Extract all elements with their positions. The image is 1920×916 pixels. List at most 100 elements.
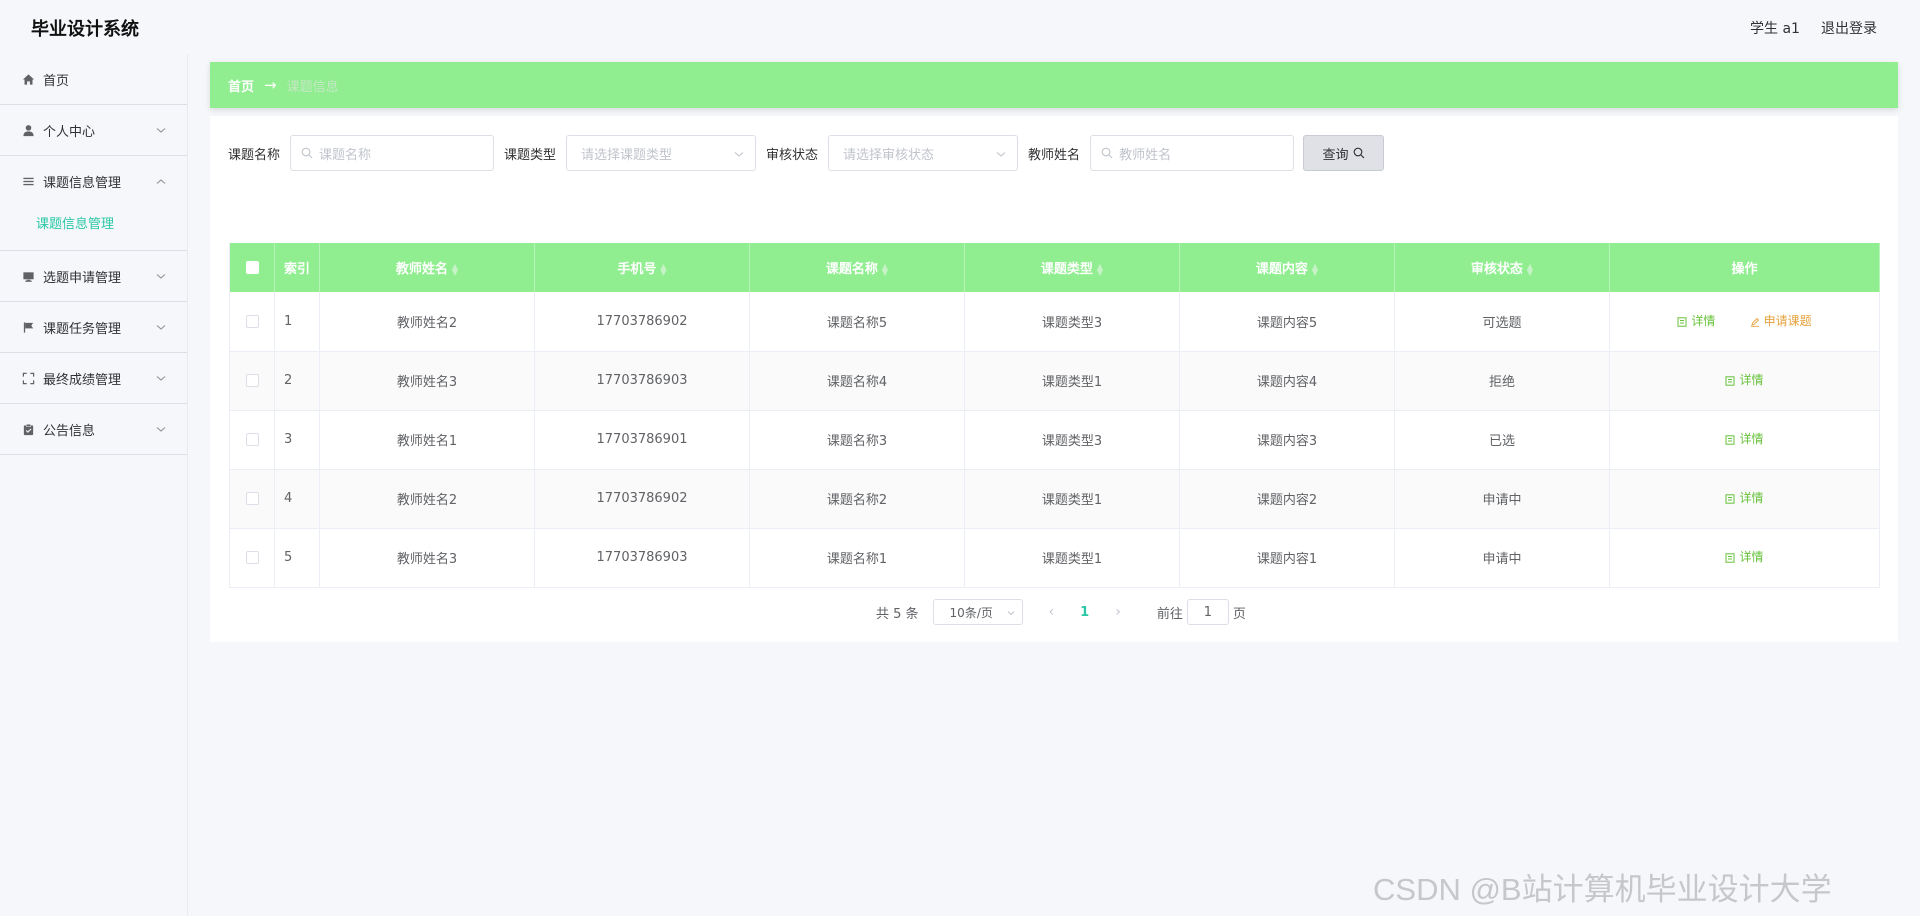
table-row: 2 教师姓名3 17703786903 课题名称4 课题类型1 课题内容4 拒绝… bbox=[229, 351, 1880, 411]
row-select-cell bbox=[229, 292, 275, 352]
sort-icon[interactable]: ▲ ▼ bbox=[452, 262, 458, 276]
sidebar-item-application-management[interactable]: 选题申请管理 bbox=[0, 251, 187, 302]
sidebar-subitem-label[interactable]: 课题信息管理 bbox=[36, 213, 114, 232]
chevron-down-icon bbox=[155, 372, 167, 384]
topic-table: 索引 教师姓名 ▲ ▼ 手机号 ▲ ▼ 课题名称 ▲ ▼ 课题类型 ▲ ▼ 课题内容 ▲ ▼ 审核状… bbox=[229, 243, 1880, 588]
sidebar-item-label: 课题任务管理 bbox=[43, 321, 122, 337]
sort-icon[interactable]: ▲ ▼ bbox=[1527, 262, 1533, 276]
cell-topic-type: 课题类型1 bbox=[964, 469, 1180, 529]
table-row: 4 教师姓名2 17703786902 课题名称2 课题类型1 课题内容2 申请… bbox=[229, 469, 1880, 529]
cell-index: 3 bbox=[274, 410, 320, 470]
topic-type-select[interactable]: 请选择课题类型 bbox=[566, 135, 757, 171]
main-content-card: 课题名称 课题名称 课题类型 请选择课题类型 审核状态 请选择审核状态 教师姓名… bbox=[210, 116, 1898, 642]
teacher-name-input[interactable]: 教师姓名 bbox=[1090, 135, 1295, 171]
row-select-cell bbox=[229, 528, 275, 588]
sidebar-item-home[interactable]: 首页 bbox=[0, 54, 187, 105]
column-header-topic-name[interactable]: 课题名称 ▲ ▼ bbox=[749, 243, 965, 292]
cell-actions: 详情 bbox=[1609, 351, 1880, 411]
row-checkbox[interactable] bbox=[245, 433, 259, 446]
page-size-value: 10条/页 bbox=[949, 605, 993, 620]
search-icon bbox=[301, 147, 313, 159]
row-checkbox[interactable] bbox=[245, 551, 259, 564]
select-all-checkbox[interactable] bbox=[245, 261, 259, 274]
row-checkbox[interactable] bbox=[245, 492, 259, 505]
detail-label: 详情 bbox=[1739, 550, 1764, 565]
sidebar-item-label: 首页 bbox=[43, 73, 70, 89]
cell-actions: 详情 申请课题 bbox=[1609, 292, 1880, 352]
goto-page-input[interactable]: 1 bbox=[1186, 599, 1229, 625]
cell-topic-name: 课题名称5 bbox=[749, 292, 965, 352]
logout-button[interactable]: 退出登录 bbox=[1821, 18, 1877, 38]
cell-topic-content: 课题内容1 bbox=[1179, 528, 1395, 588]
next-page-button[interactable]: › bbox=[1115, 604, 1121, 620]
topic-name-input[interactable]: 课题名称 bbox=[290, 135, 495, 171]
row-select-cell bbox=[229, 469, 275, 529]
cell-teacher: 教师姓名3 bbox=[319, 351, 535, 411]
review-status-label: 审核状态 bbox=[766, 147, 819, 163]
detail-button[interactable]: 详情 bbox=[1725, 548, 1764, 565]
sidebar-item-personal-center[interactable]: 个人中心 bbox=[0, 105, 187, 156]
cell-topic-type: 课题类型3 bbox=[964, 410, 1180, 470]
row-checkbox[interactable] bbox=[245, 314, 259, 328]
sort-icon[interactable]: ▲ ▼ bbox=[1312, 262, 1318, 276]
cell-actions: 详情 bbox=[1609, 469, 1880, 529]
monitor-icon bbox=[21, 269, 35, 283]
arrow-right-icon: → bbox=[264, 76, 277, 94]
cell-review-status: 拒绝 bbox=[1394, 351, 1610, 411]
cell-index: 5 bbox=[274, 528, 320, 588]
column-header-phone[interactable]: 手机号 ▲ ▼ bbox=[534, 243, 750, 292]
detail-button[interactable]: 详情 bbox=[1725, 371, 1764, 388]
sidebar-item-topic-management[interactable]: 课题信息管理 bbox=[0, 156, 187, 207]
prev-page-button[interactable]: ‹ bbox=[1049, 604, 1055, 620]
detail-button[interactable]: 详情 bbox=[1725, 430, 1764, 447]
sort-icon[interactable]: ▲ ▼ bbox=[660, 262, 666, 276]
column-header-label: 课题内容 bbox=[1255, 262, 1308, 277]
chevron-down-icon bbox=[155, 423, 167, 435]
sidebar-item-final-grade-management[interactable]: 最终成绩管理 bbox=[0, 353, 187, 404]
cell-phone: 17703786903 bbox=[534, 528, 750, 588]
cell-phone: 17703786903 bbox=[534, 351, 750, 411]
detail-button[interactable]: 详情 bbox=[1725, 489, 1764, 506]
detail-button[interactable]: 详情 bbox=[1677, 312, 1715, 329]
column-header-review-status[interactable]: 审核状态 ▲ ▼ bbox=[1394, 243, 1610, 292]
query-button[interactable]: 查询 bbox=[1303, 135, 1385, 171]
sidebar-item-label: 个人中心 bbox=[43, 124, 96, 140]
sidebar-item-task-management[interactable]: 课题任务管理 bbox=[0, 302, 187, 353]
select-all-cell bbox=[229, 243, 275, 292]
flag-icon bbox=[21, 320, 35, 334]
column-header-topic-type[interactable]: 课题类型 ▲ ▼ bbox=[964, 243, 1180, 292]
sidebar-item-label: 公告信息 bbox=[43, 423, 96, 439]
cell-phone: 17703786902 bbox=[534, 469, 750, 529]
row-checkbox[interactable] bbox=[245, 374, 259, 387]
top-bar: 毕业设计系统 学生 a1 退出登录 bbox=[0, 0, 1920, 54]
page-number-current[interactable]: 1 bbox=[1080, 605, 1089, 620]
cell-topic-content: 课题内容5 bbox=[1179, 292, 1395, 352]
column-header-label: 审核状态 bbox=[1470, 262, 1523, 277]
sort-icon[interactable]: ▲ ▼ bbox=[882, 262, 888, 276]
apply-topic-button[interactable]: 申请课题 bbox=[1750, 312, 1812, 329]
page-size-select[interactable]: 10条/页 bbox=[932, 599, 1023, 625]
sort-icon[interactable]: ▲ ▼ bbox=[1097, 262, 1103, 276]
column-header-teacher[interactable]: 教师姓名 ▲ ▼ bbox=[319, 243, 535, 292]
review-status-select[interactable]: 请选择审核状态 bbox=[828, 135, 1019, 171]
fullscreen-icon bbox=[21, 371, 35, 385]
sidebar-item-label: 课题信息管理 bbox=[43, 176, 122, 191]
column-header-label: 课题类型 bbox=[1040, 262, 1093, 277]
column-header-actions: 操作 bbox=[1609, 243, 1880, 292]
sidebar-item-announcements[interactable]: 公告信息 bbox=[0, 404, 187, 455]
teacher-name-label: 教师姓名 bbox=[1028, 147, 1081, 163]
topic-type-placeholder: 请选择课题类型 bbox=[581, 147, 673, 163]
column-header-topic-content[interactable]: 课题内容 ▲ ▼ bbox=[1179, 243, 1395, 292]
chevron-down-icon bbox=[155, 270, 167, 282]
table-row: 1 教师姓名2 17703786902 课题名称5 课题类型3 课题内容5 可选… bbox=[229, 292, 1880, 352]
home-icon bbox=[21, 72, 35, 86]
topic-type-label: 课题类型 bbox=[504, 147, 557, 163]
column-header-label: 手机号 bbox=[617, 262, 657, 277]
detail-label: 详情 bbox=[1739, 373, 1764, 388]
breadcrumb-home-link[interactable]: 首页 bbox=[228, 76, 254, 95]
table-row: 3 教师姓名1 17703786901 课题名称3 课题类型3 课题内容3 已选… bbox=[229, 410, 1880, 470]
app-title: 毕业设计系统 bbox=[31, 19, 139, 40]
sidebar-item-label: 选题申请管理 bbox=[43, 270, 122, 286]
topic-name-label: 课题名称 bbox=[228, 147, 281, 163]
chevron-down-icon bbox=[155, 321, 167, 333]
